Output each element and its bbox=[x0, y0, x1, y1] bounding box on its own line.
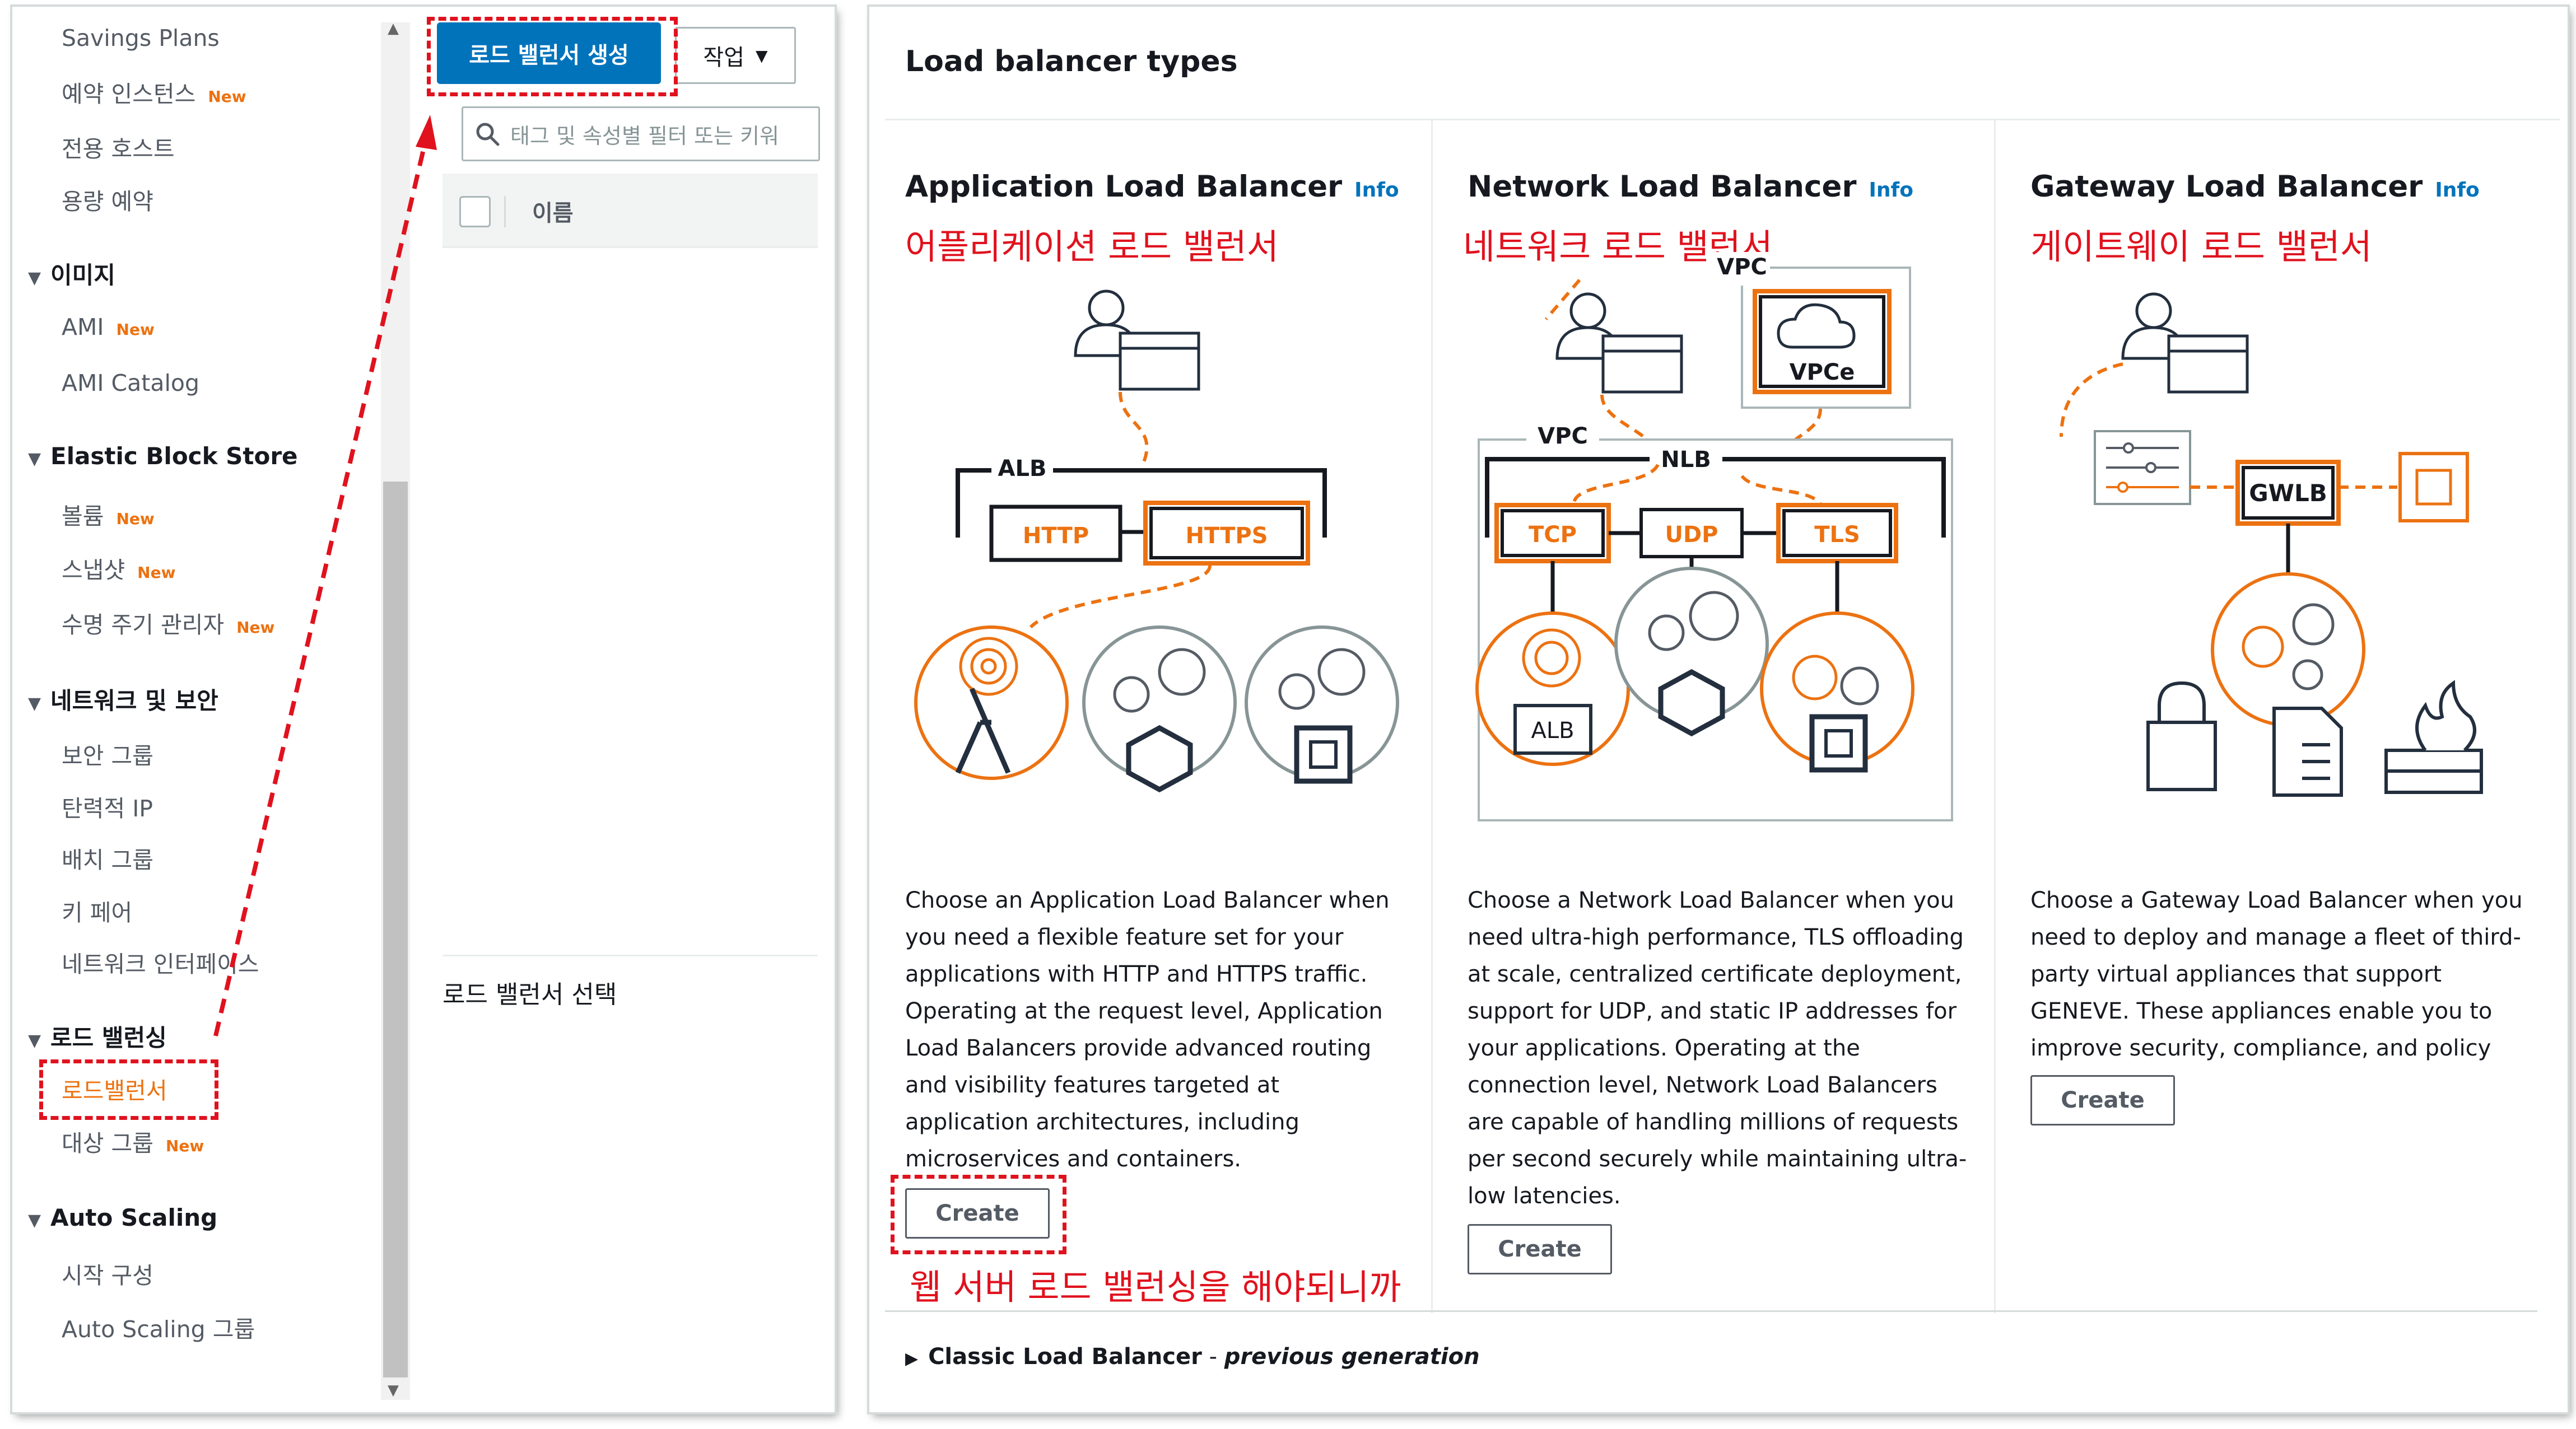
tcp-label: TCP bbox=[1529, 522, 1577, 548]
sidebar-item-label: 대상 그룹 bbox=[62, 1130, 153, 1157]
lock-icon bbox=[2146, 681, 2217, 791]
card-title-text: Network Load Balancer bbox=[1468, 170, 1857, 204]
column-divider bbox=[1431, 120, 1433, 1313]
browser-window-icon bbox=[2167, 334, 2249, 394]
card-title-gwlb: Gateway Load Balancer Info bbox=[2030, 170, 2480, 204]
alb-target-label: ALB bbox=[1531, 718, 1574, 744]
card-title-text: Gateway Load Balancer bbox=[2030, 170, 2423, 204]
alb-diagram: ALB HTTP HTTPS bbox=[914, 289, 1399, 793]
chevron-down-icon: ▼ bbox=[756, 46, 768, 65]
appliance-target-icon bbox=[2211, 572, 2365, 727]
sidebar-item-label: 시작 구성 bbox=[62, 1262, 153, 1289]
annotation-gwlb: 게이트웨이 로드 밸런서 bbox=[2030, 226, 2372, 267]
caret-right-icon: ▶ bbox=[905, 1349, 919, 1369]
button-label: Create bbox=[1498, 1236, 1582, 1262]
sidebar-item-launch-configurations[interactable]: 시작 구성 bbox=[62, 1257, 153, 1290]
info-link[interactable]: Info bbox=[2435, 179, 2479, 202]
classic-label: Classic Load Balancer bbox=[928, 1344, 1202, 1370]
page-title: Load balancer types bbox=[905, 45, 1238, 78]
sidebar-section-auto-scaling[interactable]: ▼ Auto Scaling bbox=[28, 1204, 217, 1231]
browser-window-icon bbox=[1601, 334, 1683, 394]
sidebar-item-auto-scaling-groups[interactable]: Auto Scaling 그룹 bbox=[62, 1310, 255, 1344]
new-badge: New bbox=[165, 1137, 204, 1155]
section-label: Auto Scaling bbox=[50, 1204, 218, 1231]
vpce-label: VPCe bbox=[1790, 359, 1855, 385]
gwlb-label: GWLB bbox=[2249, 479, 2327, 507]
column-divider bbox=[1994, 120, 1996, 1313]
lambda-target-icon bbox=[914, 625, 1069, 780]
card-title-alb: Application Load Balancer Info bbox=[905, 170, 1399, 204]
card-title-nlb: Network Load Balancer Info bbox=[1468, 170, 1913, 204]
sidebar-item-label: Auto Scaling 그룹 bbox=[62, 1316, 255, 1343]
udp-label: UDP bbox=[1665, 522, 1718, 548]
vpc-label: VPC bbox=[1538, 423, 1588, 449]
actions-dropdown[interactable]: 작업 ▼ bbox=[675, 27, 796, 84]
create-nlb-button[interactable]: Create bbox=[1468, 1224, 1612, 1274]
divider bbox=[885, 119, 2560, 120]
search-placeholder: 태그 및 속성별 필터 또는 키워 bbox=[510, 123, 779, 148]
http-label: HTTP bbox=[1023, 523, 1089, 549]
alb-target-icon: ALB bbox=[1475, 611, 1630, 766]
button-label: Create bbox=[2061, 1087, 2145, 1113]
annotation-note: 웹 서버 로드 밸런싱을 해야되니까 bbox=[910, 1267, 1401, 1307]
alb-description: Choose an Application Load Balancer when… bbox=[905, 888, 1390, 1172]
firewall-icon bbox=[2384, 680, 2483, 794]
info-link[interactable]: Info bbox=[1869, 179, 1913, 202]
annotation-arrow bbox=[213, 115, 437, 1036]
https-label: HTTPS bbox=[1185, 523, 1268, 549]
routing-table-icon bbox=[2094, 430, 2191, 505]
annotation-alb: 어플리케이션 로드 밸런서 bbox=[905, 226, 1279, 267]
button-label: 작업 bbox=[703, 45, 745, 71]
instance-target-icon bbox=[1245, 625, 1399, 784]
filter-search-input[interactable]: 태그 및 속성별 필터 또는 키워 bbox=[462, 106, 820, 161]
checklist-icon bbox=[2272, 707, 2343, 797]
gwlb-diagram: GWLB bbox=[2060, 292, 2483, 797]
column-divider bbox=[504, 196, 506, 227]
scroll-down-icon[interactable]: ▼ bbox=[388, 1382, 399, 1399]
tls-label: TLS bbox=[1814, 522, 1860, 548]
alb-label: ALB bbox=[998, 456, 1047, 482]
info-link[interactable]: Info bbox=[1354, 179, 1399, 202]
card-title-text: Application Load Balancer bbox=[905, 170, 1343, 204]
sidebar-item-target-groups[interactable]: 대상 그룹 New bbox=[62, 1124, 204, 1158]
vpc-top-label: VPC bbox=[1717, 254, 1767, 280]
divider bbox=[885, 1310, 2537, 1312]
container-target-icon bbox=[1082, 625, 1237, 793]
nlb-description: Choose a Network Load Balancer when you … bbox=[1468, 888, 1967, 1209]
annotation-box-create-alb bbox=[891, 1175, 1066, 1254]
chip-icon bbox=[2398, 452, 2469, 522]
classic-suffix: previous generation bbox=[1224, 1344, 1480, 1370]
caret-down-icon: ▼ bbox=[28, 1211, 41, 1230]
nlb-label: NLB bbox=[1661, 447, 1711, 473]
browser-window-icon bbox=[1119, 331, 1200, 391]
gwlb-description: Choose a Gateway Load Balancer when you … bbox=[2030, 888, 2523, 1098]
nlb-diagram: VPC VPCe VPC NLB TCP UDP TLS ALB bbox=[1475, 252, 1953, 821]
column-header-name[interactable]: 이름 bbox=[532, 195, 574, 227]
classic-load-balancer-expander[interactable]: ▶ Classic Load Balancer - previous genera… bbox=[905, 1344, 1480, 1370]
create-gwlb-button[interactable]: Create bbox=[2030, 1075, 2175, 1126]
